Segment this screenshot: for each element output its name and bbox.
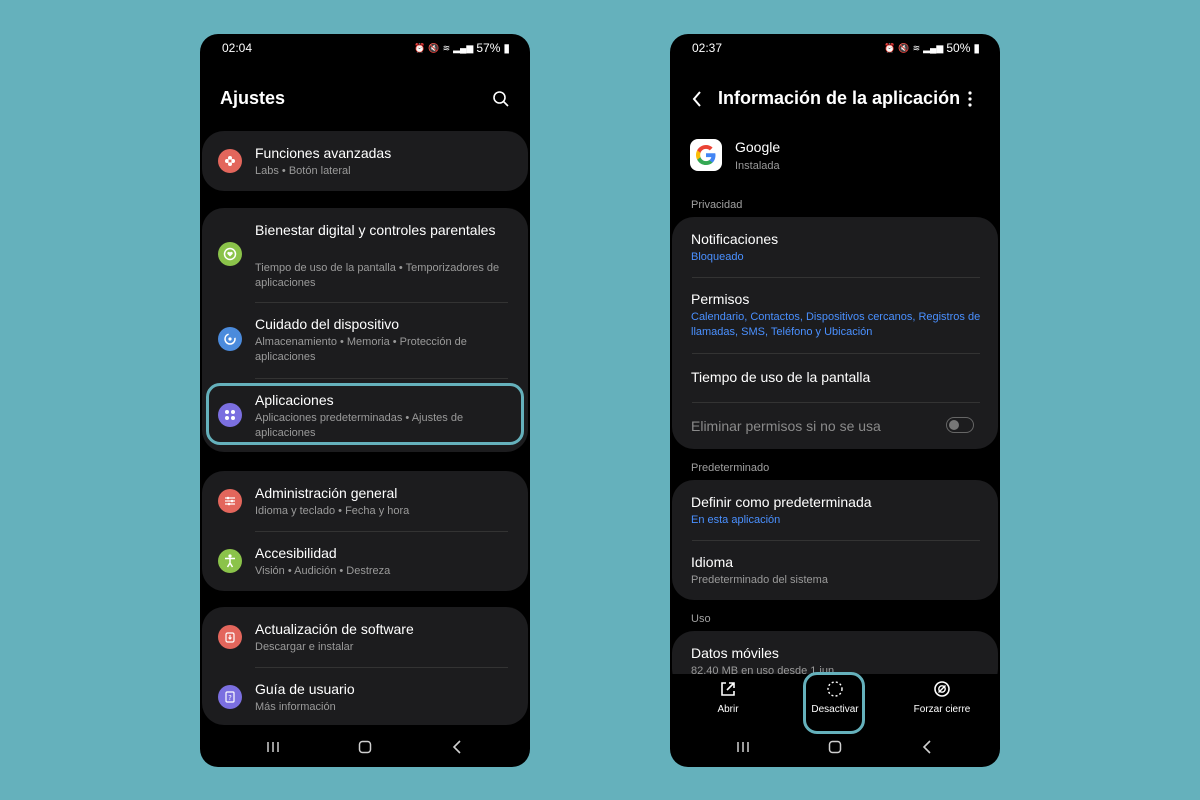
item-subtitle: Idioma y teclado • Fecha y hora (255, 505, 410, 517)
wifi-icon: ≋ (442, 42, 451, 53)
signal-icon: ▂▄▆ (923, 42, 944, 53)
section-label-privacy: Privacidad (691, 199, 743, 211)
default-card: Definir como predeterminada En esta apli… (672, 480, 998, 600)
settings-item-accessibility[interactable]: Accesibilidad Visión • Audición • Destre… (202, 532, 528, 591)
status-time: 02:37 (692, 41, 723, 55)
google-app-icon (690, 139, 722, 171)
device-care-icon (218, 327, 242, 351)
item-subtitle: Descargar e instalar (255, 641, 354, 653)
remove-permissions-item: Eliminar permisos si no se usa (672, 403, 998, 449)
item-title: Accesibilidad (255, 545, 337, 561)
item-subtitle: Calendario, Contactos, Dispositivos cerc… (691, 311, 981, 338)
settings-item-general-management[interactable]: Administración general Idioma y teclado … (202, 471, 528, 531)
screen-time-item[interactable]: Tiempo de uso de la pantalla (672, 354, 998, 402)
app-status: Instalada (735, 160, 780, 172)
item-title: Administración general (255, 485, 398, 501)
battery-level: 50% (946, 41, 971, 55)
settings-card-4: Actualización de software Descargar e in… (202, 607, 528, 725)
set-default-item[interactable]: Definir como predeterminada En esta apli… (672, 480, 998, 540)
home-icon[interactable] (825, 737, 845, 757)
back-icon[interactable] (447, 737, 467, 757)
back-arrow-icon[interactable] (692, 91, 702, 112)
update-icon (218, 625, 242, 649)
settings-item-advanced[interactable]: Funciones avanzadas Labs • Botón lateral (202, 131, 528, 191)
status-time: 02:04 (222, 41, 253, 55)
status-bar: 02:04 ⏰ 🔇 ≋ ▂▄▆ 57% ▮ (222, 40, 510, 56)
section-label-default: Predeterminado (691, 462, 770, 474)
sliders-icon (218, 489, 242, 513)
force-stop-label: Forzar cierre (913, 704, 971, 715)
item-subtitle: Visión • Audición • Destreza (255, 565, 391, 577)
privacy-card: Notificaciones Bloqueado Permisos Calend… (672, 217, 998, 449)
item-title: Definir como predeterminada (691, 494, 872, 510)
item-subtitle: Labs • Botón lateral (255, 165, 351, 177)
item-title: Tiempo de uso de la pantalla (691, 369, 871, 385)
item-subtitle: En esta aplicación (691, 514, 781, 526)
item-subtitle: Predeterminado del sistema (691, 574, 828, 586)
search-icon[interactable] (492, 90, 510, 113)
open-button[interactable]: Abrir (688, 674, 768, 715)
language-item[interactable]: Idioma Predeterminado del sistema (672, 541, 998, 600)
highlight-disable (803, 672, 865, 734)
home-icon[interactable] (355, 737, 375, 757)
item-title: Funciones avanzadas (255, 145, 392, 161)
settings-item-user-guide[interactable]: ? Guía de usuario Más información (202, 668, 528, 725)
item-title: Datos móviles (691, 645, 779, 661)
status-icons: ⏰ 🔇 ≋ ▂▄▆ 57% ▮ (414, 41, 510, 55)
svg-text:?: ? (228, 694, 232, 702)
app-name: Google (735, 139, 781, 155)
force-stop-icon (934, 681, 950, 697)
highlight-applications (206, 383, 524, 445)
alarm-icon: ⏰ (414, 42, 426, 53)
battery-level: 57% (476, 41, 501, 55)
item-title: Actualización de software (255, 621, 414, 637)
recents-icon[interactable] (263, 737, 283, 757)
page-title: Información de la aplicación (718, 88, 961, 108)
remove-permissions-toggle[interactable] (946, 417, 974, 433)
battery-icon: ▮ (503, 41, 510, 55)
battery-icon: ▮ (973, 41, 980, 55)
item-title: Permisos (691, 291, 750, 307)
permissions-item[interactable]: Permisos Calendario, Contactos, Disposit… (672, 278, 998, 353)
mute-icon: 🔇 (898, 42, 910, 53)
accessibility-icon (218, 549, 242, 573)
app-info-screen: 02:37 ⏰ 🔇 ≋ ▂▄▆ 50% ▮ Información de la … (670, 34, 1000, 767)
status-bar: 02:37 ⏰ 🔇 ≋ ▂▄▆ 50% ▮ (692, 40, 980, 56)
item-subtitle: Bloqueado (691, 251, 744, 263)
mute-icon: 🔇 (428, 42, 440, 53)
item-subtitle: Tiempo de uso de la pantalla • Temporiza… (255, 262, 500, 289)
item-subtitle: Almacenamiento • Memoria • Protección de… (255, 336, 467, 363)
settings-item-device-care[interactable]: Cuidado del dispositivo Almacenamiento •… (202, 303, 528, 378)
navigation-bar (200, 727, 530, 767)
status-icons: ⏰ 🔇 ≋ ▂▄▆ 50% ▮ (884, 41, 980, 55)
item-title: Guía de usuario (255, 681, 355, 697)
navigation-bar (670, 727, 1000, 767)
settings-card-1: Funciones avanzadas Labs • Botón lateral (202, 131, 528, 191)
item-title: Bienestar digital y controles parentales (255, 222, 496, 238)
settings-card-3: Administración general Idioma y teclado … (202, 471, 528, 591)
force-stop-button[interactable]: Forzar cierre (902, 674, 982, 715)
alarm-icon: ⏰ (884, 42, 896, 53)
item-title: Eliminar permisos si no se usa (691, 418, 881, 434)
notifications-item[interactable]: Notificaciones Bloqueado (672, 217, 998, 277)
item-title: Cuidado del dispositivo (255, 316, 399, 332)
item-subtitle: Más información (255, 701, 336, 713)
signal-icon: ▂▄▆ (453, 42, 474, 53)
open-external-icon (721, 682, 735, 696)
more-options-icon[interactable] (968, 91, 972, 112)
page-title: Ajustes (220, 88, 286, 108)
item-title: Idioma (691, 554, 734, 570)
open-label: Abrir (717, 704, 739, 715)
wifi-icon: ≋ (912, 42, 921, 53)
settings-screen: 02:04 ⏰ 🔇 ≋ ▂▄▆ 57% ▮ Ajustes Funciones … (200, 34, 530, 767)
guide-icon: ? (218, 685, 242, 709)
settings-item-digital-wellbeing[interactable]: Bienestar digital y controles parentales… (202, 208, 528, 302)
section-label-usage: Uso (691, 613, 711, 625)
item-title: Notificaciones (691, 231, 779, 247)
flower-icon (218, 149, 242, 173)
settings-item-software-update[interactable]: Actualización de software Descargar e in… (202, 607, 528, 667)
recents-icon[interactable] (733, 737, 753, 757)
wellbeing-icon (218, 242, 242, 266)
back-icon[interactable] (917, 737, 937, 757)
